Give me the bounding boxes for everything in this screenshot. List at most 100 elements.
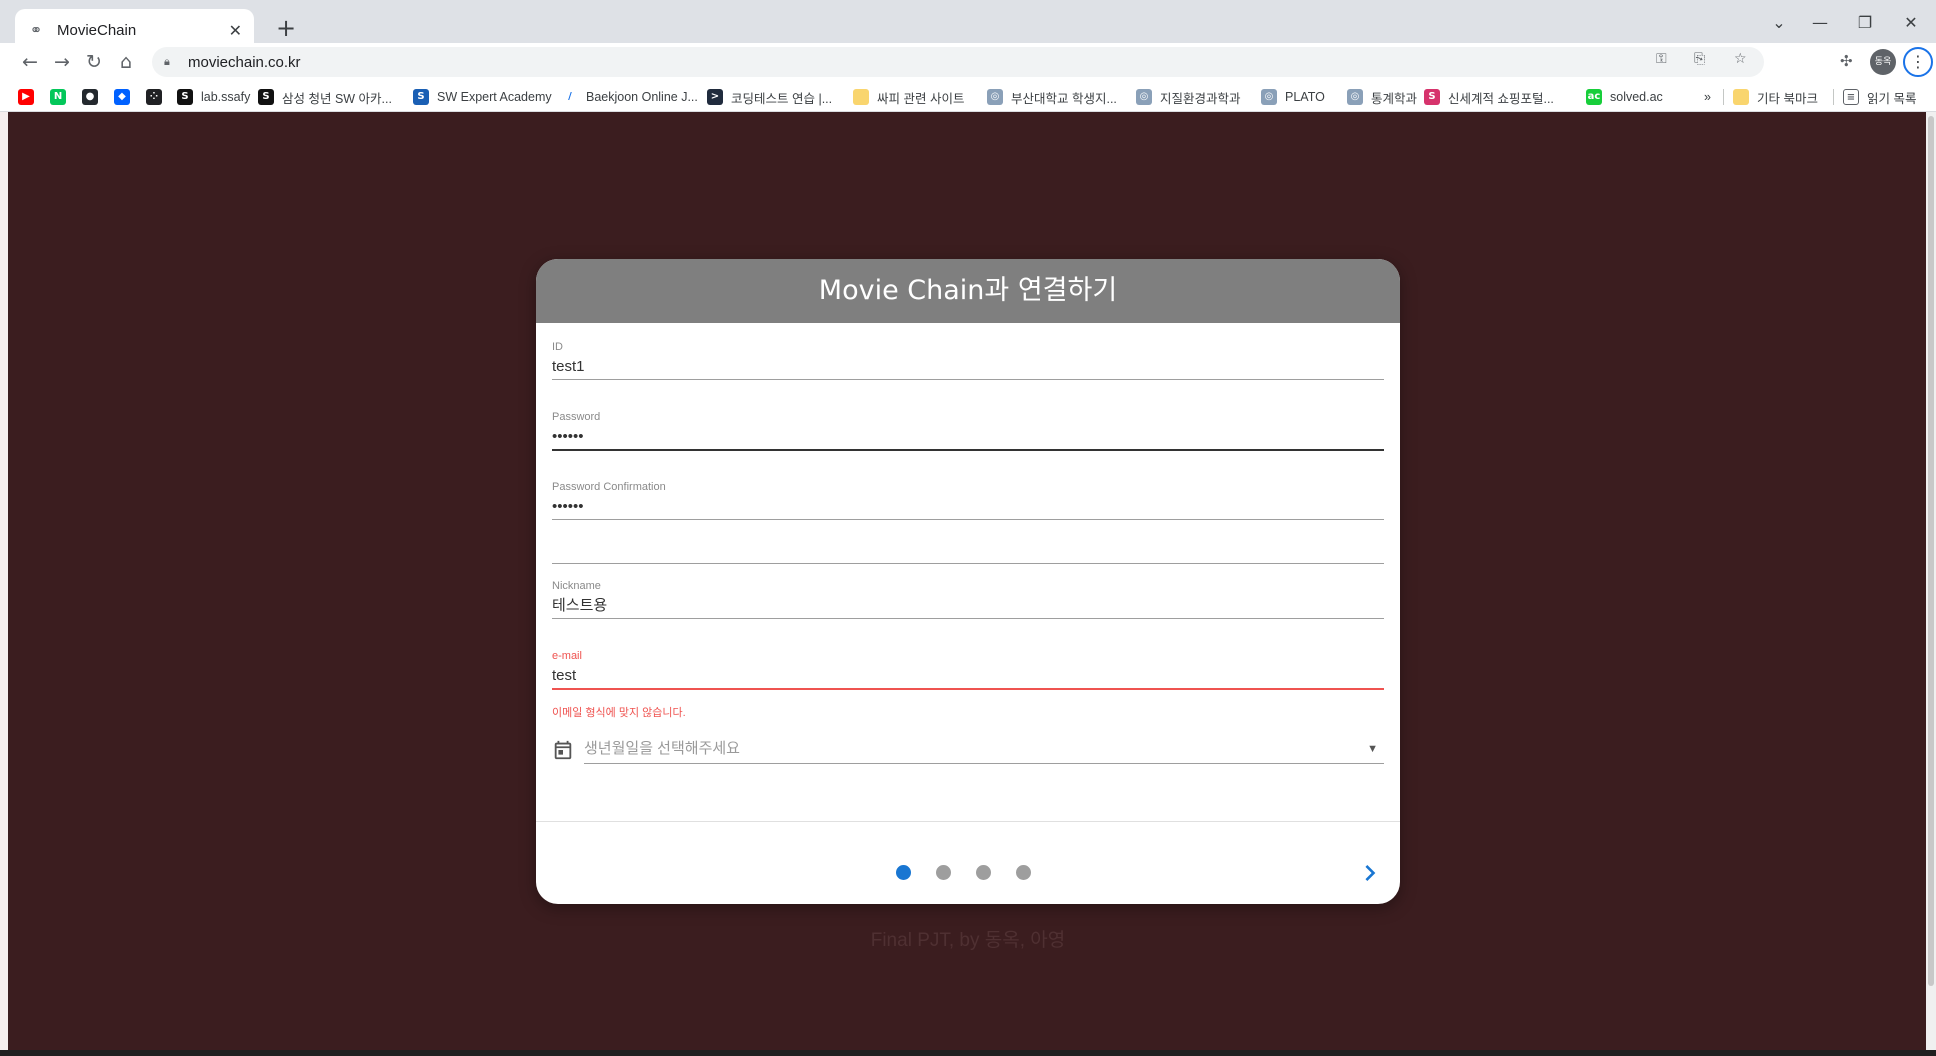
step-indicator-3[interactable] [976,865,991,880]
email-underline [552,688,1384,690]
extensions-puzzle-icon[interactable]: ✣ [1840,52,1853,70]
ssg-icon: S [1424,89,1440,105]
profile-avatar[interactable]: 동옥 [1870,49,1896,75]
next-chevron-icon[interactable] [1354,857,1386,889]
home-icon[interactable]: ⌂ [112,48,140,76]
dots-icon: ⁘ [146,89,162,105]
back-icon[interactable]: ← [16,48,44,76]
bookmark-label: 지질환경과학과 [1160,91,1241,106]
bookmark-item[interactable]: Slab.ssafy [177,87,250,107]
bookmark-item[interactable]: ▶ [18,87,42,107]
page-left-edge [0,112,8,1056]
tab-title: MovieChain [57,21,137,39]
new-tab-button[interactable]: + [270,12,302,44]
pnu-icon: ◎ [1347,89,1363,105]
bookmark-label: PLATO [1285,90,1325,104]
password-field[interactable]: Password •••••• [552,411,1384,451]
naver-icon: N [50,89,66,105]
bookmark-item[interactable]: ◎ PLATO [1261,87,1325,107]
close-tab-icon[interactable]: ✕ [229,21,242,40]
bookmark-item[interactable]: S 삼성 청년 SW 아카... [258,87,392,107]
email-label: e-mail [552,650,582,662]
bookmark-item[interactable]: ● [82,87,106,107]
solvedac-icon: ac [1586,89,1602,105]
translate-icon[interactable]: ⎘ [1694,51,1705,67]
os-taskbar [0,1050,1936,1056]
bookmarks-bar: » 기타 북마크 ≡ 읽기 목록 ▶ N ● ◆ ⁘ Slab.ssafy S 삼성 청년 S… [0,81,1936,112]
bookmark-label: 통계학과 [1371,91,1418,106]
id-field[interactable]: ID [552,341,1384,380]
bookmarks-overflow-button[interactable]: » [1704,87,1711,107]
step-indicator-2[interactable] [936,865,951,880]
empty-field[interactable] [552,563,1384,564]
scrollbar-thumb[interactable] [1928,116,1934,986]
password-input[interactable]: •••••• [552,425,1384,449]
bookmark-label: 코딩테스트 연습 |... [731,91,833,106]
browser-menu-icon[interactable]: ⋮ [1903,47,1933,77]
page-scrollbar[interactable] [1926,112,1936,1050]
bookmark-item[interactable]: S SW Expert Academy [413,87,552,107]
bookmark-item[interactable]: ◎ 지질환경과학과 [1136,87,1241,107]
bookmark-item[interactable]: ◎ 통계학과 [1347,87,1417,107]
step-indicator-1[interactable] [896,865,911,880]
close-window-button[interactable]: ✕ [1891,8,1931,38]
programmers-icon: > [707,89,723,105]
lock-icon: 🔒︎ [164,55,170,68]
calendar-icon[interactable] [552,739,574,761]
email-error-message: 이메일 형식에 맞지 않습니다. [552,707,686,719]
password-confirmation-input[interactable]: •••••• [552,495,1384,519]
bookmark-label: 부산대학교 학생지... [1011,91,1117,106]
empty-field-underline [552,563,1384,564]
birthday-select[interactable]: 생년월일을 선택해주세요 ▼ [584,736,1384,764]
password-confirmation-underline [552,519,1384,520]
other-bookmarks-folder[interactable]: 기타 북마크 [1733,87,1818,107]
pnu-icon: ◎ [1261,89,1277,105]
dropdown-caret-icon: ▼ [1367,743,1378,755]
password-underline [552,449,1384,451]
pnu-icon: ◎ [987,89,1003,105]
minimize-button[interactable]: — [1800,8,1840,38]
id-input[interactable] [552,355,1384,379]
reading-list-button[interactable]: ≡ 읽기 목록 [1843,87,1916,107]
reload-icon[interactable]: ↻ [80,48,108,76]
bookmark-item[interactable]: ◆ [114,87,138,107]
step-indicator-4[interactable] [1016,865,1031,880]
bookmark-item[interactable]: ac solved.ac [1586,87,1663,107]
card-divider [536,821,1400,822]
password-confirmation-field[interactable]: Password Confirmation •••••• [552,481,1384,520]
moviechain-favicon-icon: ⚭ [29,21,43,39]
nickname-input[interactable] [552,594,1384,618]
bookmark-label: Baekjoon Online J... [586,90,698,104]
bookmark-label: 신세계적 쇼핑포털... [1448,91,1554,106]
key-icon[interactable]: ⚿ [1656,51,1667,67]
bookmark-item[interactable]: ⁘ [146,87,170,107]
restore-button[interactable]: ❐ [1845,8,1885,38]
password-label: Password [552,411,601,423]
youtube-icon: ▶ [18,89,34,105]
bookmark-item[interactable]: 싸피 관련 사이트 [853,87,964,107]
bookmark-label: solved.ac [1610,90,1663,104]
bookmark-item[interactable]: N [50,87,74,107]
address-bar[interactable]: 🔒︎ moviechain.co.kr ☆ ⎘ ⚿ [152,47,1764,77]
password-confirmation-label: Password Confirmation [552,481,666,493]
email-field[interactable]: e-mail [552,650,1384,690]
bookmark-item[interactable]: > 코딩테스트 연습 |... [707,87,832,107]
bookmark-star-icon[interactable]: ☆ [1734,51,1747,67]
nickname-label: Nickname [552,580,601,592]
github-icon: ● [82,89,98,105]
forward-icon[interactable]: → [48,48,76,76]
samsung-icon: S [258,89,274,105]
bookmark-label: lab.ssafy [201,90,251,104]
page-footer: Final PJT, by 동옥, 아영 [870,930,1066,951]
baekjoon-icon: / [562,89,578,105]
bookmark-label: SW Expert Academy [437,90,552,104]
bookmark-item[interactable]: ◎ 부산대학교 학생지... [987,87,1117,107]
ssafy-icon: S [177,89,193,105]
bookmark-item[interactable]: / Baekjoon Online J... [562,87,698,107]
url-text: moviechain.co.kr [188,53,301,71]
email-input[interactable] [552,664,1384,688]
nickname-field[interactable]: Nickname [552,580,1384,619]
bookmark-item[interactable]: S 신세계적 쇼핑포털... [1424,87,1554,107]
id-label: ID [552,341,563,353]
tab-search-icon[interactable]: ⌄ [1759,8,1799,38]
